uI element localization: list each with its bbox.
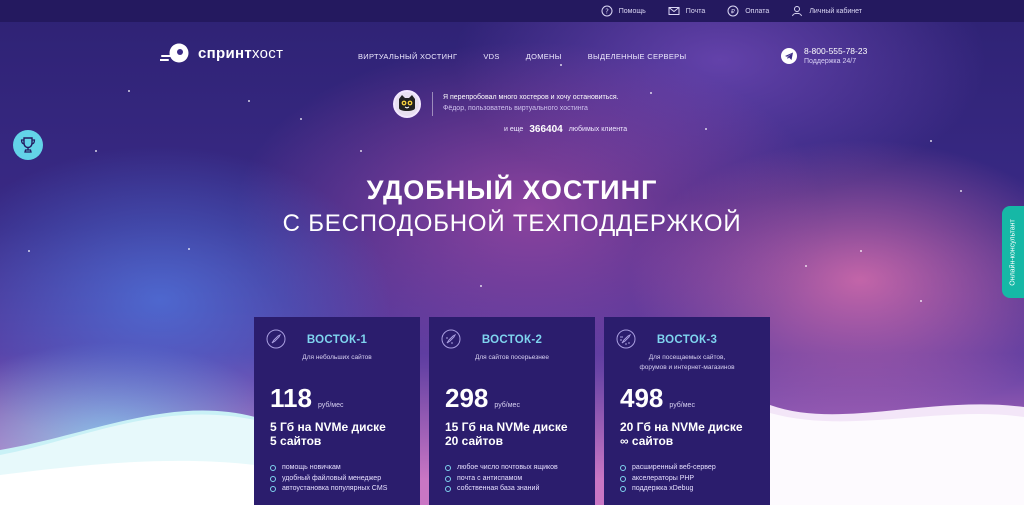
clients-prefix: и еще — [504, 126, 524, 133]
main-nav: ВИРТУАЛЬНЫЙ ХОСТИНГ VDS ДОМЕНЫ ВЫДЕЛЕННЫ… — [358, 52, 686, 61]
plan-price: 118 руб/мес — [270, 383, 344, 414]
plan-card-vostok-1[interactable]: ВОСТОК-1 Для небольших сайтов 118 руб/ме… — [254, 317, 420, 505]
help-label: Помощь — [618, 7, 646, 15]
envelope-icon — [668, 7, 680, 15]
star-decoration — [705, 128, 707, 130]
price-value: 498 — [620, 383, 664, 413]
price-value: 298 — [445, 383, 489, 413]
plan-subtitle: Для сайтов посерьезнее — [474, 354, 550, 361]
cat-avatar-icon — [399, 95, 415, 111]
star-decoration — [95, 150, 97, 152]
plan-specs: 20 Гб на NVMe диске ∞ сайтов — [620, 420, 743, 448]
star-decoration — [188, 248, 190, 250]
hero-subtitle: С БЕСПОДОБНОЙ ТЕХПОДДЕРЖКОЙ — [282, 210, 742, 237]
ruble-icon: ₽ — [727, 5, 739, 17]
star-decoration — [805, 265, 807, 267]
star-decoration — [920, 300, 922, 302]
nav-item-domains[interactable]: ДОМЕНЫ — [526, 52, 562, 61]
feature-item: любое число почтовых ящиков — [445, 463, 558, 474]
star-decoration — [28, 250, 30, 252]
plan-sites: 5 сайтов — [270, 434, 322, 448]
star-decoration — [930, 140, 932, 142]
star-decoration — [650, 92, 652, 94]
mail-link[interactable]: Почта — [668, 5, 705, 17]
account-link[interactable]: Личный кабинет — [791, 5, 862, 17]
online-consultant-tab[interactable]: Онлайн-консультант — [1002, 206, 1024, 298]
star-decoration — [300, 118, 302, 120]
plan-specs: 15 Гб на NVMe диске 20 сайтов — [445, 420, 568, 448]
logo[interactable]: спринтхост — [160, 42, 283, 64]
phone-number[interactable]: 8-800-555-78-23 — [804, 46, 867, 56]
plan-title: ВОСТОК-2 — [481, 334, 543, 346]
testimonial-author: Фёдор, пользователь виртуального хостинг… — [443, 105, 588, 112]
plan-disk: 5 Гб на NVMe диске — [270, 420, 386, 434]
plan-card-vostok-2[interactable]: ВОСТОК-2 Для сайтов посерьезнее 298 руб/… — [429, 317, 595, 505]
online-consultant-label: Онлайн-консультант — [1009, 218, 1017, 286]
clients-number: 366404 — [529, 124, 563, 135]
clients-count: и еще 366404 любимых клиента — [504, 124, 627, 135]
logo-text-bold: спринт — [198, 44, 252, 62]
clients-suffix: любимых клиента — [568, 126, 628, 133]
feature-item: автоустановка популярных CMS — [270, 484, 387, 495]
trophy-button[interactable] — [13, 130, 43, 160]
nav-item-virtual-hosting[interactable]: ВИРТУАЛЬНЫЙ ХОСТИНГ — [358, 52, 457, 61]
plan-subtitle: Для посещаемых сайтов, форумов и интернет… — [639, 354, 735, 371]
nav-item-dedicated-servers[interactable]: ВЫДЕЛЕННЫЕ СЕРВЕРЫ — [588, 52, 687, 61]
star-decoration — [480, 285, 482, 287]
telegram-icon[interactable] — [781, 47, 797, 64]
contact-block: 8-800-555-78-23 Поддержка 24/7 — [781, 46, 867, 65]
nav-item-vds[interactable]: VDS — [483, 52, 499, 61]
feature-item: почта с антиспамом — [445, 474, 558, 485]
testimonial-divider — [432, 92, 433, 116]
plan-features: помощь новичкам удобный файловый менедже… — [270, 463, 387, 495]
price-unit: руб/мес — [494, 402, 520, 409]
svg-text:₽: ₽ — [731, 8, 735, 16]
payment-label: Оплата — [745, 7, 770, 15]
feature-item: помощь новичкам — [270, 463, 387, 474]
plan-title: ВОСТОК-3 — [656, 334, 718, 346]
star-decoration — [128, 90, 130, 92]
price-unit: руб/мес — [669, 402, 695, 409]
feature-item: удобный файловый менеджер — [270, 474, 387, 485]
star-decoration — [360, 150, 362, 152]
star-decoration — [860, 250, 862, 252]
mail-label: Почта — [685, 7, 706, 15]
price-value: 118 — [270, 383, 312, 413]
top-bar: ? Помощь Почта ₽ Оплата Личный кабинет — [0, 0, 1024, 22]
help-link[interactable]: ? Помощь — [601, 5, 646, 17]
rocket-logo-icon — [160, 43, 189, 63]
testimonial-quote: Я перепробовал много хостеров и хочу ост… — [443, 94, 619, 101]
feature-item: расширенный веб-сервер — [620, 463, 716, 474]
feature-item: поддержка xDebug — [620, 484, 716, 495]
plan-sites: 20 сайтов — [445, 434, 503, 448]
account-label: Личный кабинет — [809, 7, 862, 15]
plan-features: расширенный веб-сервер акселераторы PHP … — [620, 463, 716, 495]
payment-link[interactable]: ₽ Оплата — [727, 5, 769, 17]
plan-subtitle: Для небольших сайтов — [302, 354, 372, 361]
svg-text:?: ? — [605, 8, 609, 16]
plan-title: ВОСТОК-1 — [306, 334, 368, 346]
plan-specs: 5 Гб на NVMe диске 5 сайтов — [270, 420, 386, 448]
reviewer-avatar — [393, 90, 421, 118]
plan-sites: ∞ сайтов — [620, 434, 674, 448]
question-icon: ? — [601, 5, 613, 17]
support-label: Поддержка 24/7 — [804, 58, 857, 65]
trophy-icon — [20, 137, 36, 153]
feature-item: акселераторы PHP — [620, 474, 716, 485]
logo-text-light: хост — [252, 44, 284, 62]
plan-price: 298 руб/мес — [445, 383, 520, 414]
user-icon — [792, 6, 803, 17]
hero-title: УДОБНЫЙ ХОСТИНГ — [366, 175, 658, 205]
star-decoration — [560, 64, 562, 66]
plan-card-vostok-3[interactable]: ВОСТОК-3 Для посещаемых сайтов, форумов и… — [604, 317, 770, 505]
plan-features: любое число почтовых ящиков почта с анти… — [445, 463, 558, 495]
star-decoration — [248, 100, 250, 102]
feature-item: собственная база знаний — [445, 484, 558, 495]
plan-disk: 20 Гб на NVMe диске — [620, 420, 743, 434]
plan-disk: 15 Гб на NVMe диске — [445, 420, 568, 434]
plan-price: 498 руб/мес — [620, 383, 695, 414]
price-unit: руб/мес — [317, 402, 344, 409]
